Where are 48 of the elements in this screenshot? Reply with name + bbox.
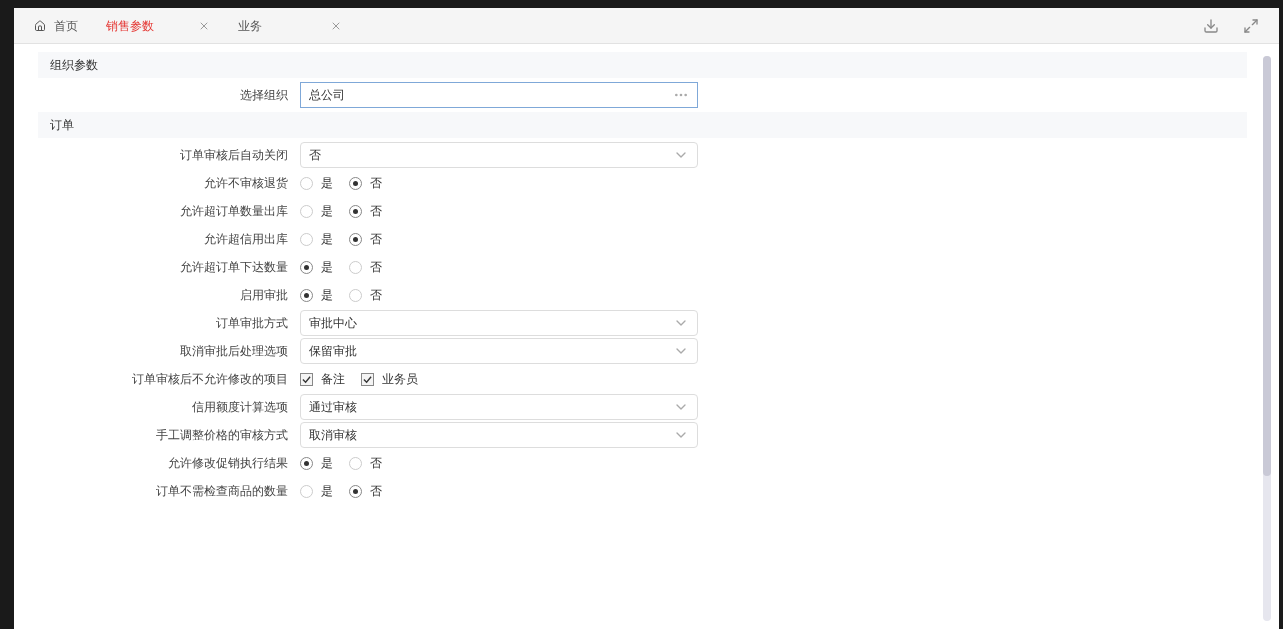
checkmark-icon	[302, 374, 311, 384]
setting-label: 选择组织	[239, 87, 289, 104]
radio-option[interactable]: 是	[300, 286, 333, 304]
radio-option[interactable]: 否	[349, 174, 382, 192]
setting-label: 允许超信用出库	[203, 231, 289, 248]
setting-label: 订单审核后自动关闭	[179, 147, 289, 164]
radio-option[interactable]: 是	[300, 230, 333, 248]
checkmark-icon	[363, 374, 372, 384]
setting-label: 订单审核后不允许修改的项目	[131, 371, 289, 388]
select-field[interactable]: 通过审核	[300, 394, 698, 420]
scrollbar[interactable]	[1263, 56, 1271, 621]
setting-label: 取消审批后处理选项	[179, 343, 289, 360]
setting-label: 订单审批方式	[215, 315, 289, 332]
checkbox-option[interactable]: 备注	[300, 370, 345, 388]
download-icon[interactable]	[1203, 17, 1219, 34]
radio-option[interactable]: 是	[300, 174, 333, 192]
radio-option[interactable]: 否	[349, 482, 382, 500]
select-field[interactable]: 取消审核	[300, 422, 698, 448]
radio-option[interactable]: 是	[300, 454, 333, 472]
setting-label: 手工调整价格的审核方式	[155, 427, 289, 444]
radio-option[interactable]: 是	[300, 482, 333, 500]
section-header: 订单	[38, 112, 1247, 138]
radio-option[interactable]: 否	[349, 454, 382, 472]
setting-label: 允许超订单数量出库	[179, 203, 289, 220]
setting-label: 允许超订单下达数量	[179, 259, 289, 276]
checkbox-option[interactable]: 业务员	[361, 370, 418, 388]
radio-option[interactable]: 否	[349, 286, 382, 304]
setting-label: 信用额度计算选项	[191, 399, 289, 416]
setting-label: 允许修改促销执行结果	[167, 455, 289, 472]
fullscreen-icon[interactable]	[1243, 17, 1259, 34]
radio-option[interactable]: 是	[300, 202, 333, 220]
radio-option[interactable]: 否	[349, 202, 382, 220]
field-value: 总公司	[309, 87, 345, 104]
select-field[interactable]: 保留审批	[300, 338, 698, 364]
select-field[interactable]: 否	[300, 142, 698, 168]
setting-label: 允许不审核退货	[203, 175, 289, 192]
radio-option[interactable]: 否	[349, 258, 382, 276]
radio-option[interactable]: 是	[300, 258, 333, 276]
home-icon	[34, 19, 46, 32]
tab[interactable]: 首页	[26, 16, 86, 35]
select-field[interactable]: 审批中心	[300, 310, 698, 336]
setting-label: 订单不需检查商品的数量	[155, 483, 289, 500]
section-header: 组织参数	[38, 52, 1247, 78]
setting-label: 启用审批	[239, 287, 289, 304]
tab[interactable]: 销售参数	[98, 16, 218, 35]
radio-option[interactable]: 否	[349, 230, 382, 248]
organization-field[interactable]: 总公司	[300, 82, 698, 108]
tab[interactable]: 业务	[230, 16, 350, 35]
